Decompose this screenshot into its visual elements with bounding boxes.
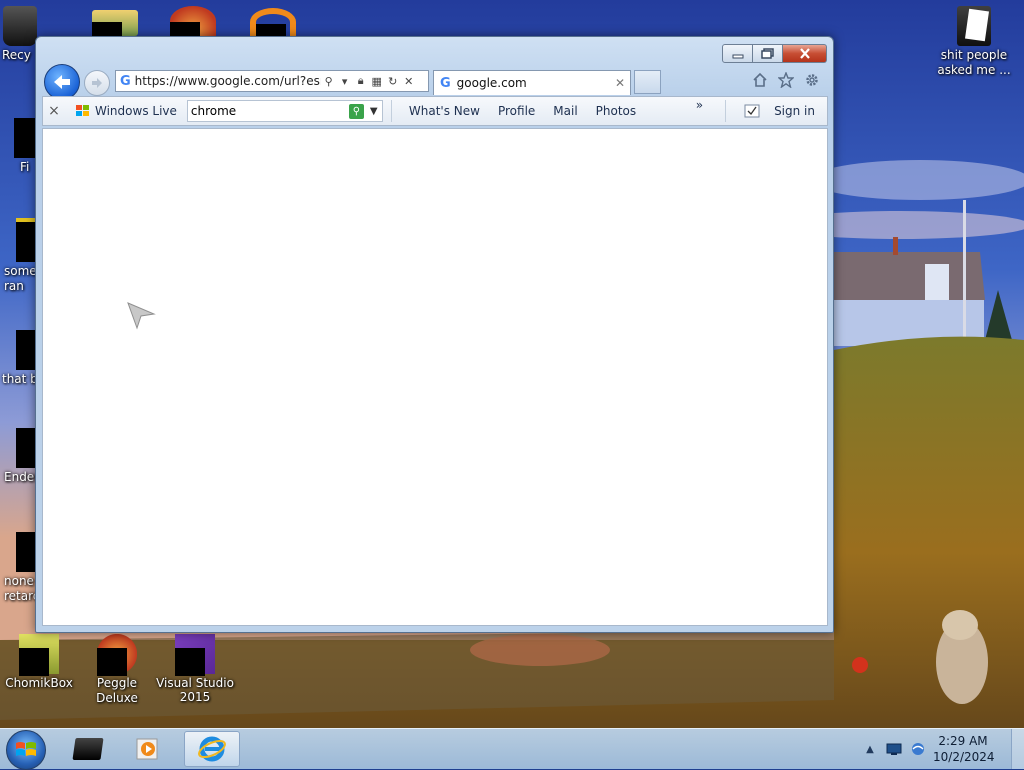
visual-studio-icon	[175, 634, 215, 676]
google-g-icon: G	[440, 75, 451, 91]
windows-live-toolbar: × Windows Live ⚲ ▼ What's New Profile Ma…	[42, 96, 828, 126]
tools-gear-icon[interactable]	[803, 71, 821, 89]
link-whats-new[interactable]: What's New	[409, 104, 480, 118]
desktop-icon-label: shit people asked me ...	[937, 48, 1011, 77]
link-profile[interactable]: Profile	[498, 104, 535, 118]
mouse-cursor-icon	[127, 302, 156, 330]
internet-explorer-icon	[198, 736, 226, 762]
desktop-icon-label: ChomikBox	[5, 676, 73, 690]
clock[interactable]: 2:29 AM 10/2/2024	[933, 733, 995, 765]
close-tab-icon[interactable]: ✕	[615, 76, 625, 90]
forward-arrow-icon	[92, 78, 102, 88]
desktop-icon-peggle-deluxe[interactable]: Peggle Deluxe	[77, 634, 157, 706]
folder-icon	[957, 6, 991, 46]
back-button[interactable]	[44, 64, 80, 100]
google-g-icon: G	[120, 73, 131, 89]
search-dropdown-icon[interactable]: ▼	[370, 106, 378, 117]
system-tray: ▲ 2:29 AM 10/2/2024	[861, 729, 1024, 769]
peggle-icon	[97, 634, 137, 676]
internet-explorer-window: G https://www.google.com/url?esrc= ⚲ ▾ 🔒…	[35, 36, 834, 633]
new-tab-button[interactable]	[634, 70, 661, 94]
show-desktop-button[interactable]	[1011, 729, 1024, 769]
search-icon[interactable]: ⚲	[321, 73, 337, 89]
minimize-button[interactable]	[722, 44, 753, 63]
window-controls	[722, 44, 827, 63]
search-go-icon[interactable]: ⚲	[348, 103, 364, 119]
address-bar[interactable]: G https://www.google.com/url?esrc= ⚲ ▾ 🔒…	[115, 70, 429, 92]
page-content-area[interactable]	[42, 128, 828, 626]
close-icon	[799, 48, 810, 59]
recycle-bin-icon	[3, 6, 37, 46]
desktop-icon-partial[interactable]	[92, 10, 138, 36]
chomikbox-icon	[19, 634, 59, 676]
lock-icon[interactable]: 🔒︎	[353, 73, 369, 89]
command-icons	[751, 71, 821, 89]
favorites-star-icon[interactable]	[777, 71, 795, 89]
link-mail[interactable]: Mail	[553, 104, 577, 118]
network-icon[interactable]	[909, 740, 927, 758]
desktop-icon-label: Visual Studio 2015	[156, 676, 234, 704]
taskbar-item-media-player[interactable]	[120, 731, 176, 767]
taskbar: ▲ 2:29 AM 10/2/2024	[0, 728, 1024, 770]
sign-in-link[interactable]: Sign in	[774, 104, 815, 118]
home-icon[interactable]	[751, 71, 769, 89]
clock-date: 10/2/2024	[933, 750, 995, 764]
desktop-icon-partial[interactable]	[250, 8, 296, 38]
link-photos[interactable]: Photos	[596, 104, 636, 118]
windows-live-button[interactable]: Windows Live	[75, 104, 177, 118]
toolbar-separator	[725, 100, 727, 122]
desktop-icon-partial[interactable]	[170, 6, 216, 36]
tab-title: google.com	[456, 76, 527, 90]
desktop-icon-shit-people-asked-me[interactable]: shit people asked me ...	[934, 6, 1014, 78]
back-arrow-icon	[54, 75, 70, 89]
toolbar-search-input[interactable]	[190, 104, 349, 118]
dropdown-arrow-icon[interactable]: ▾	[337, 73, 353, 89]
app-icon	[72, 738, 104, 760]
toolbar-separator	[390, 100, 392, 122]
start-button[interactable]	[6, 730, 46, 770]
media-player-icon	[136, 738, 158, 760]
windows-live-label: Windows Live	[95, 104, 177, 118]
tab-google[interactable]: G google.com ✕	[433, 70, 631, 95]
signin-area: » Sign in	[696, 97, 821, 125]
minimize-icon	[732, 54, 743, 58]
windows-logo-icon	[76, 105, 89, 116]
address-url[interactable]: https://www.google.com/url?esrc=	[135, 74, 321, 88]
toolbar-search-box[interactable]: ⚲ ▼	[186, 100, 383, 122]
forward-button[interactable]	[84, 70, 110, 96]
clock-time: 2:29 AM	[938, 734, 988, 748]
toolbar-close-button[interactable]: ×	[43, 103, 65, 119]
desktop-icon-label: Peggle Deluxe	[96, 676, 138, 705]
show-hidden-icons-chevron-icon[interactable]: ▲	[861, 740, 879, 758]
close-window-button[interactable]	[783, 44, 827, 63]
taskbar-item-app[interactable]	[60, 731, 116, 767]
restore-button[interactable]	[753, 44, 783, 63]
desktop-icon-chomikbox[interactable]: ChomikBox	[0, 634, 79, 691]
windows-logo-icon	[16, 742, 36, 756]
taskbar-item-internet-explorer[interactable]	[184, 731, 240, 767]
refresh-icon[interactable]: ↻	[385, 73, 401, 89]
toolbar-more-chevron[interactable]: »	[696, 98, 703, 112]
desktop-icon-visual-studio[interactable]: Visual Studio 2015	[155, 634, 235, 704]
stop-icon[interactable]: ✕	[401, 73, 417, 89]
checkbox-icon[interactable]	[744, 104, 760, 118]
action-center-icon[interactable]	[885, 740, 903, 758]
compatibility-view-icon[interactable]: ▦	[369, 73, 385, 89]
restore-icon	[760, 48, 774, 59]
